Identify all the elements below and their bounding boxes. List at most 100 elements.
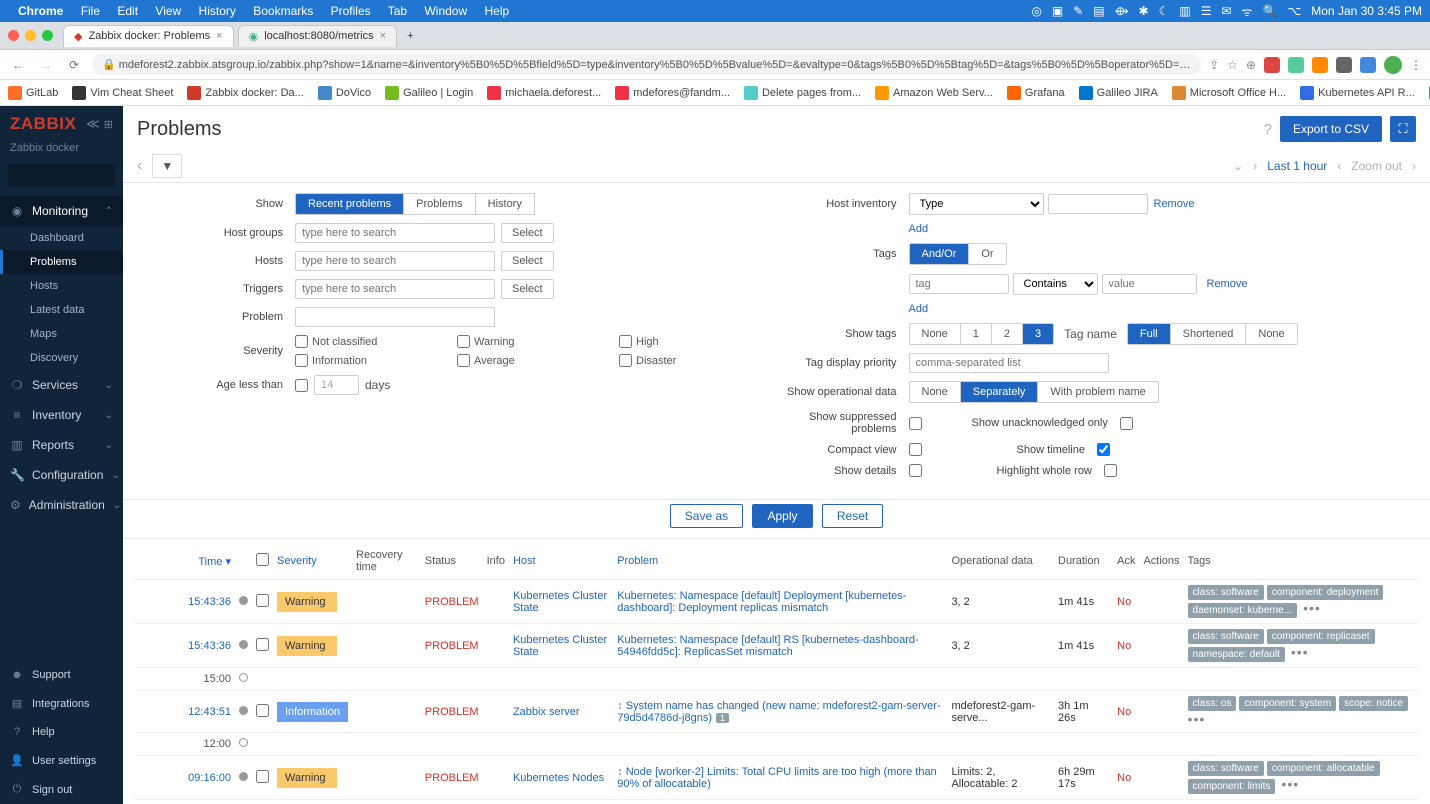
- tag-input[interactable]: [909, 274, 1009, 294]
- menu-icon[interactable]: ⋮: [1410, 58, 1422, 72]
- bookmark[interactable]: Galileo JIRA: [1079, 86, 1158, 100]
- unack-checkbox[interactable]: [1120, 417, 1133, 430]
- ack-link[interactable]: No: [1117, 706, 1131, 718]
- tray-icon[interactable]: ✱: [1139, 4, 1149, 18]
- sidebar-section-inventory[interactable]: ≡Inventory⌄: [0, 400, 123, 430]
- hostgroups-select[interactable]: Select: [501, 223, 554, 243]
- window-min[interactable]: [25, 30, 36, 41]
- age-checkbox[interactable]: [295, 379, 308, 392]
- star-icon[interactable]: ☆: [1227, 58, 1238, 72]
- row-checkbox[interactable]: [256, 594, 269, 607]
- extension-icon[interactable]: [1288, 57, 1304, 73]
- bookmark[interactable]: mdefores@fandm...: [615, 86, 730, 100]
- bookmark[interactable]: Amazon Web Serv...: [875, 86, 993, 100]
- tag-chip[interactable]: component: limits: [1188, 779, 1276, 794]
- tag-chip[interactable]: component: deployment: [1267, 585, 1384, 600]
- zabbix-logo[interactable]: ZABBIX: [10, 114, 76, 134]
- problem-link[interactable]: Kubernetes: Namespace [default] Deployme…: [617, 590, 906, 614]
- ack-link[interactable]: No: [1117, 640, 1131, 652]
- tray-icon[interactable]: ᯤ: [1242, 3, 1253, 20]
- host-link[interactable]: Kubernetes Nodes: [513, 772, 604, 784]
- forward-button[interactable]: →: [36, 58, 56, 72]
- ack-link[interactable]: No: [1117, 596, 1131, 608]
- problem-link[interactable]: Node [worker-2] Limits: Total CPU limits…: [617, 766, 936, 790]
- message-badge[interactable]: 1: [716, 713, 729, 723]
- sidebar-support[interactable]: ☻Support: [0, 661, 123, 689]
- tag-chip[interactable]: scope: notice: [1339, 696, 1408, 711]
- more-icon[interactable]: •••: [1303, 600, 1321, 616]
- sidebar-item-latestdata[interactable]: Latest data: [0, 298, 123, 322]
- time-link[interactable]: 12:43:51: [139, 706, 231, 718]
- host-link[interactable]: Zabbix server: [513, 706, 580, 718]
- opdata-toggle[interactable]: NoneSeparatelyWith problem name: [909, 381, 1159, 403]
- problem-link[interactable]: System name has changed (new name: mdefo…: [617, 700, 940, 724]
- tray-icon[interactable]: ▥: [1179, 4, 1190, 18]
- share-icon[interactable]: ⇪: [1209, 58, 1219, 72]
- address-bar[interactable]: 🔒 mdeforest2.zabbix.atsgroup.io/zabbix.p…: [92, 54, 1201, 75]
- tag-value[interactable]: [1102, 274, 1197, 294]
- sidebar-section-reports[interactable]: ▥Reports⌄: [0, 430, 123, 460]
- extension-icon[interactable]: [1264, 57, 1280, 73]
- browser-tab[interactable]: ◆Zabbix docker: Problems×: [63, 25, 234, 47]
- reload-button[interactable]: ⟳: [64, 58, 84, 72]
- tag-chip[interactable]: daemonset: kuberne...: [1188, 603, 1298, 618]
- bookmark[interactable]: Microsoft Office H...: [1172, 86, 1286, 100]
- problem-input[interactable]: [295, 307, 495, 327]
- hosts-input[interactable]: [295, 251, 495, 271]
- extension-icon[interactable]: [1336, 57, 1352, 73]
- row-checkbox[interactable]: [256, 770, 269, 783]
- more-icon[interactable]: •••: [1188, 711, 1206, 727]
- tray-icon[interactable]: ◎: [1031, 4, 1041, 18]
- sidebar-section-monitoring[interactable]: ◉Monitoring⌃: [0, 196, 123, 226]
- host-link[interactable]: Kubernetes Cluster State: [513, 590, 607, 614]
- bookmark[interactable]: Kubernetes API R...: [1300, 86, 1415, 100]
- zoom-out[interactable]: Zoom out: [1351, 159, 1402, 173]
- tag-chip[interactable]: component: replicaset: [1267, 629, 1375, 644]
- sidebar-help[interactable]: ?Help: [0, 718, 123, 746]
- ack-link[interactable]: No: [1117, 772, 1131, 784]
- home-tab-icon[interactable]: ‹: [137, 157, 142, 175]
- sidebar-section-configuration[interactable]: 🔧Configuration⌄: [0, 460, 123, 490]
- tray-icon[interactable]: 🔍: [1262, 4, 1277, 18]
- sidebar-signout[interactable]: ⏻Sign out: [0, 775, 123, 804]
- sidebar-section-administration[interactable]: ⚙Administration⌄: [0, 490, 123, 520]
- sidebar-item-dashboard[interactable]: Dashboard: [0, 226, 123, 250]
- export-csv-button[interactable]: Export to CSV: [1280, 116, 1382, 142]
- tagprio-input[interactable]: [909, 353, 1109, 373]
- row-checkbox[interactable]: [256, 638, 269, 651]
- extension-icon[interactable]: [1360, 57, 1376, 73]
- col-time[interactable]: Time ▾: [135, 543, 235, 580]
- time-link[interactable]: 15:43:36: [139, 640, 231, 652]
- tray-icon[interactable]: ⌥: [1287, 4, 1301, 18]
- tag-chip[interactable]: class: os: [1188, 696, 1237, 711]
- col-severity[interactable]: Severity: [273, 543, 352, 580]
- saveas-button[interactable]: Save as: [670, 504, 743, 528]
- time-range[interactable]: Last 1 hour: [1267, 159, 1327, 173]
- mac-app-name[interactable]: Chrome: [18, 4, 63, 18]
- tray-icon[interactable]: ☾: [1159, 4, 1170, 18]
- more-icon[interactable]: •••: [1291, 644, 1309, 660]
- reset-button[interactable]: Reset: [822, 504, 883, 528]
- age-input[interactable]: [314, 375, 359, 395]
- sidebar-search[interactable]: 🔍: [8, 164, 115, 186]
- highlight-checkbox[interactable]: [1104, 464, 1117, 477]
- bookmark[interactable]: michaela.deforest...: [487, 86, 601, 100]
- browser-tab[interactable]: ◉localhost:8080/metrics×: [238, 25, 398, 47]
- tag-chip[interactable]: class: software: [1188, 585, 1264, 600]
- extension-icon[interactable]: [1312, 57, 1328, 73]
- bookmark[interactable]: Vim Cheat Sheet: [72, 86, 173, 100]
- tab-close-icon[interactable]: ×: [216, 30, 222, 42]
- time-next-icon[interactable]: ›: [1412, 159, 1416, 173]
- inventory-add[interactable]: Add: [909, 223, 929, 235]
- kiosk-button[interactable]: ⛶: [1390, 116, 1416, 142]
- col-host[interactable]: Host: [509, 543, 613, 580]
- more-icon[interactable]: •••: [1281, 776, 1299, 792]
- inventory-value[interactable]: [1048, 194, 1148, 214]
- host-link[interactable]: Kubernetes Cluster State: [513, 634, 607, 658]
- tag-add[interactable]: Add: [909, 303, 929, 315]
- row-checkbox[interactable]: [256, 704, 269, 717]
- grid-icon[interactable]: ⊞: [104, 119, 113, 131]
- collapse-right-icon[interactable]: ›: [1253, 159, 1257, 173]
- tray-icon[interactable]: ⟴: [1115, 4, 1129, 18]
- help-icon[interactable]: ?: [1264, 121, 1272, 138]
